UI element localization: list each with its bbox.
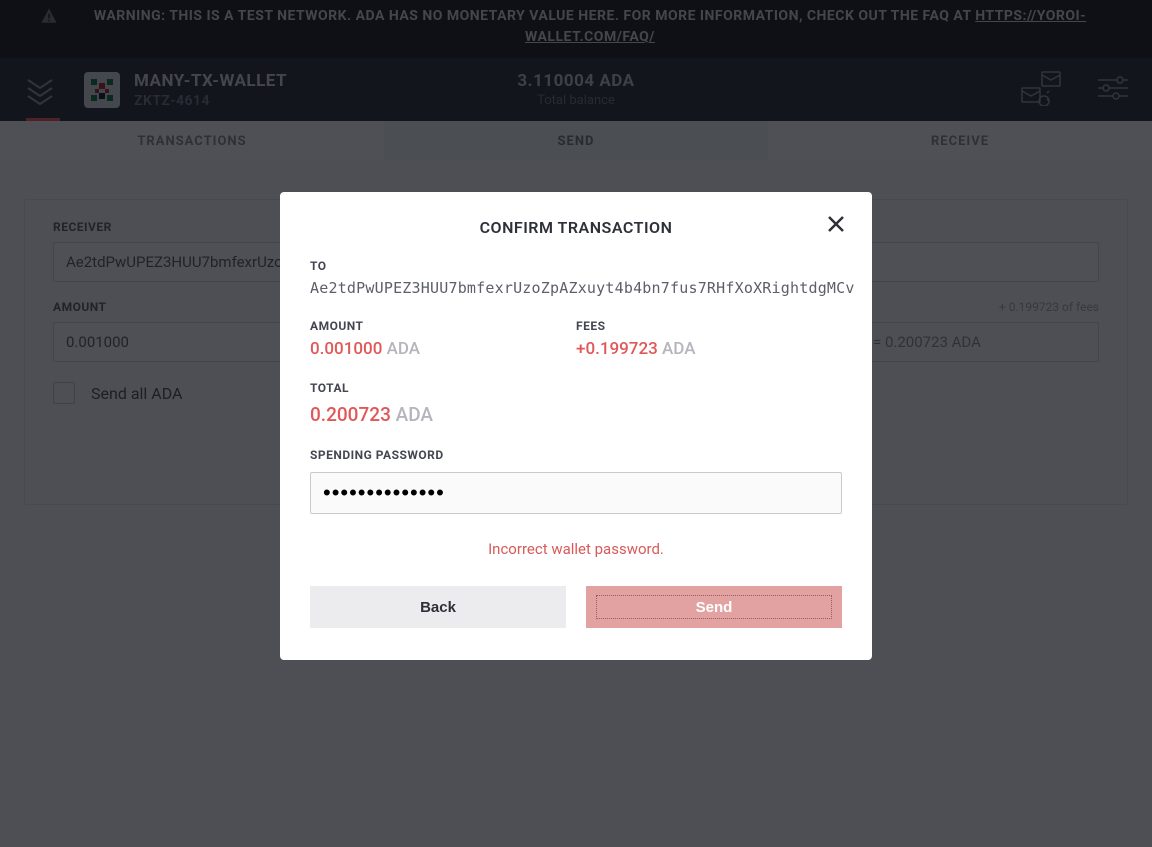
to-address: Ae2tdPwUPEZ3HUU7bmfexrUzoZpAZxuyt4b4bn7f… bbox=[310, 279, 842, 297]
modal-fees-value: +0.199723 ADA bbox=[576, 339, 842, 359]
modal-total-label: TOTAL bbox=[310, 381, 842, 395]
to-label: TO bbox=[310, 259, 842, 273]
spending-password-input[interactable] bbox=[310, 472, 842, 514]
back-button[interactable]: Back bbox=[310, 586, 566, 628]
send-button[interactable]: Send bbox=[586, 586, 842, 628]
close-icon[interactable] bbox=[824, 212, 848, 236]
modal-title: CONFIRM TRANSACTION bbox=[310, 218, 842, 237]
modal-amount-label: AMOUNT bbox=[310, 319, 576, 333]
modal-fees-label: FEES bbox=[576, 319, 842, 333]
confirm-transaction-modal: CONFIRM TRANSACTION TO Ae2tdPwUPEZ3HUU7b… bbox=[280, 192, 872, 660]
modal-amount-value: 0.001000 ADA bbox=[310, 339, 576, 359]
error-message: Incorrect wallet password. bbox=[310, 540, 842, 558]
modal-total-value: 0.200723 ADA bbox=[310, 403, 842, 426]
modal-overlay: CONFIRM TRANSACTION TO Ae2tdPwUPEZ3HUU7b… bbox=[0, 0, 1152, 847]
spending-password-label: SPENDING PASSWORD bbox=[310, 448, 842, 462]
